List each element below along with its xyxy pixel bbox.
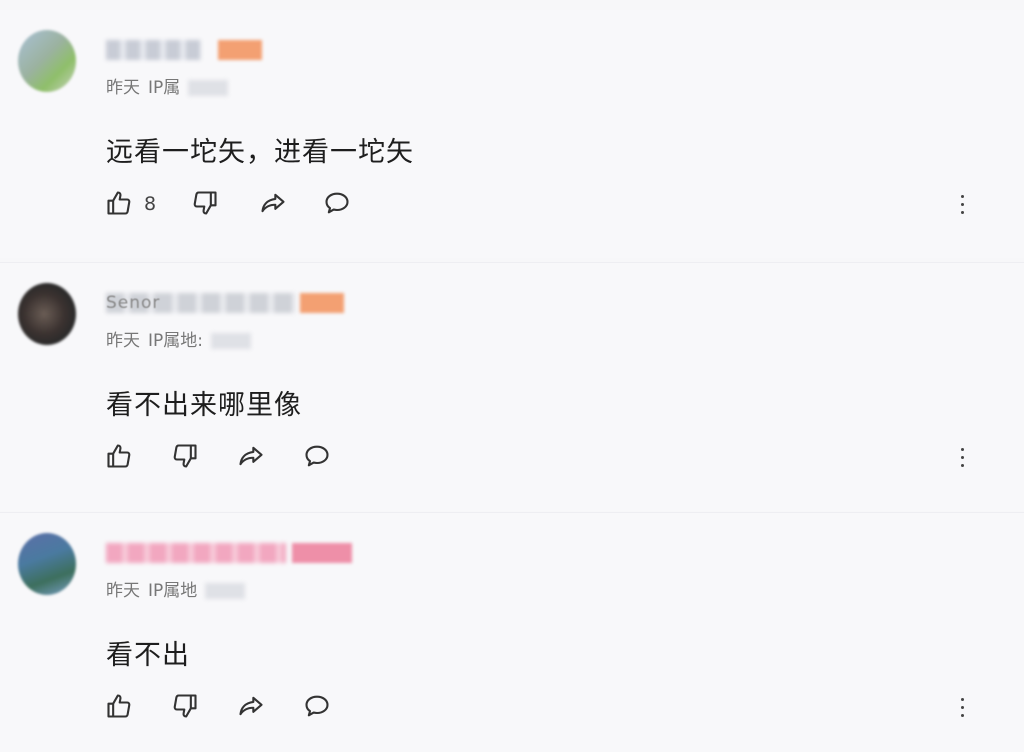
share-button[interactable] bbox=[236, 441, 266, 471]
more-options-button[interactable] bbox=[950, 441, 974, 473]
reply-button[interactable] bbox=[302, 441, 332, 471]
comment-item: Senor 昨天 IP属地: 看不出来哪里像 bbox=[0, 262, 1024, 511]
share-arrow-icon bbox=[239, 696, 263, 716]
ip-region-blurred bbox=[188, 80, 229, 96]
comment-time: 昨天 bbox=[106, 331, 140, 351]
like-count: 8 bbox=[144, 193, 157, 215]
ip-location-label: IP属 bbox=[148, 78, 181, 98]
comment-meta: 昨天 IP属 bbox=[106, 73, 236, 98]
comment-item: 昨天 IP属 远看一坨矢，进看一坨矢 8 bbox=[0, 10, 1024, 258]
dislike-button[interactable] bbox=[170, 691, 200, 721]
comment-text: 看不出来哪里像 bbox=[106, 390, 302, 421]
like-button[interactable] bbox=[104, 441, 134, 471]
like-button[interactable] bbox=[104, 188, 134, 218]
chat-bubble-icon bbox=[305, 695, 329, 717]
username-blurred[interactable] bbox=[106, 40, 201, 60]
ip-location-label: IP属地: bbox=[148, 331, 203, 351]
avatar[interactable] bbox=[18, 30, 76, 92]
comment-actions: 8 bbox=[104, 186, 984, 222]
chat-bubble-icon bbox=[305, 445, 329, 467]
share-arrow-icon bbox=[261, 193, 285, 213]
reply-button[interactable] bbox=[322, 188, 352, 218]
username-blurred[interactable] bbox=[106, 543, 286, 563]
chat-bubble-icon bbox=[325, 192, 349, 214]
more-options-button[interactable] bbox=[950, 691, 974, 723]
ip-region-blurred bbox=[211, 333, 251, 349]
comment-actions bbox=[104, 439, 984, 475]
share-button[interactable] bbox=[258, 188, 288, 218]
comment-actions bbox=[104, 689, 984, 725]
level-badge bbox=[292, 543, 352, 563]
reply-button[interactable] bbox=[302, 691, 332, 721]
avatar[interactable] bbox=[18, 533, 76, 595]
more-vertical-icon bbox=[960, 697, 964, 701]
thumbs-up-icon bbox=[107, 694, 131, 718]
comment-text: 看不出 bbox=[106, 640, 190, 671]
thumbs-up-icon bbox=[107, 191, 131, 215]
like-button[interactable] bbox=[104, 691, 134, 721]
avatar[interactable] bbox=[18, 283, 76, 345]
comment-text: 远看一坨矢，进看一坨矢 bbox=[106, 137, 414, 168]
thumbs-up-icon bbox=[107, 444, 131, 468]
more-vertical-icon bbox=[960, 447, 964, 451]
more-vertical-icon bbox=[960, 194, 964, 198]
comment-meta: 昨天 IP属地: bbox=[106, 326, 259, 351]
level-badge bbox=[218, 40, 262, 60]
username-partial[interactable]: Senor bbox=[106, 293, 160, 313]
ip-location-label: IP属地 bbox=[148, 581, 198, 601]
thumbs-down-icon bbox=[193, 191, 217, 215]
more-options-button[interactable] bbox=[950, 188, 974, 220]
level-badge bbox=[300, 293, 344, 313]
ip-region-blurred bbox=[205, 583, 246, 599]
thumbs-down-icon bbox=[173, 694, 197, 718]
dislike-button[interactable] bbox=[170, 441, 200, 471]
share-button[interactable] bbox=[236, 691, 266, 721]
comment-meta: 昨天 IP属地 bbox=[106, 576, 253, 601]
comment-list: 昨天 IP属 远看一坨矢，进看一坨矢 8 Senor 昨天 IP属地: 看不出来… bbox=[0, 0, 1024, 752]
comment-time: 昨天 bbox=[106, 581, 140, 601]
comment-time: 昨天 bbox=[106, 78, 140, 98]
comment-item: 昨天 IP属地 看不出 bbox=[0, 512, 1024, 752]
dislike-button[interactable] bbox=[190, 188, 220, 218]
thumbs-down-icon bbox=[173, 444, 197, 468]
share-arrow-icon bbox=[239, 446, 263, 466]
